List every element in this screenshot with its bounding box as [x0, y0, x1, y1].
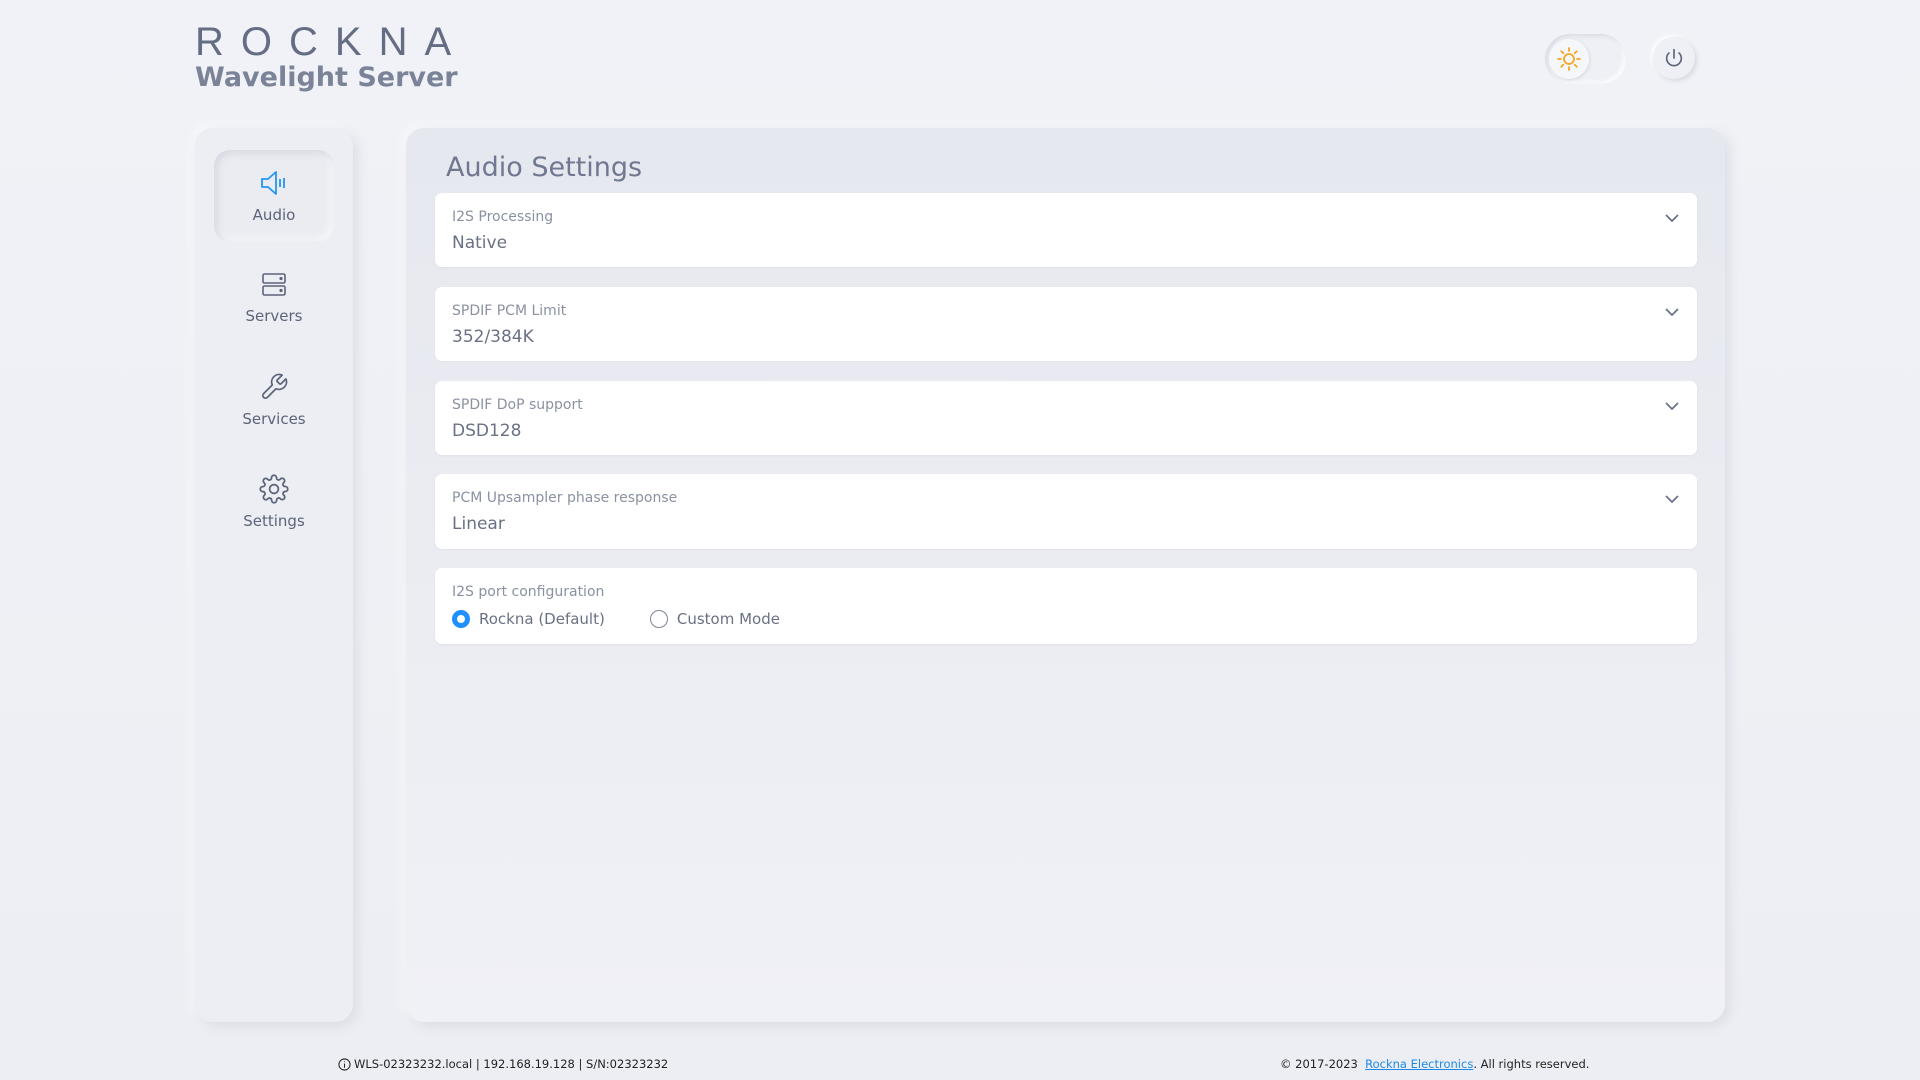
select-label: SPDIF DoP support	[452, 397, 583, 413]
sidebar-item-label: Audio	[252, 206, 296, 224]
device-info: WLS-02323232.local | 192.168.19.128 | S/…	[338, 1057, 668, 1071]
select-value: Linear	[452, 514, 505, 534]
chevron-down-icon	[1665, 402, 1679, 411]
sidebar-item-label: Settings	[243, 512, 305, 530]
select-label: I2S Processing	[452, 209, 554, 225]
select-value: 352/384K	[452, 327, 534, 347]
chevron-down-icon	[1665, 308, 1679, 317]
rockna-logo: ROCKNA	[195, 20, 469, 64]
wrench-icon	[261, 373, 288, 400]
pcm-upsampler-phase-select[interactable]: PCM Upsampler phase response Linear	[435, 474, 1697, 549]
radio-custom-mode[interactable]: Custom Mode	[649, 610, 780, 628]
server-icon	[262, 273, 286, 296]
power-icon	[1665, 48, 1683, 67]
chevron-down-icon	[1665, 214, 1679, 223]
sidebar: Audio Servers Services Settings	[195, 128, 353, 1022]
radio-unselected[interactable]	[649, 610, 668, 628]
theme-toggle[interactable]	[1545, 34, 1626, 84]
spdif-pcm-limit-select[interactable]: SPDIF PCM Limit 352/384K	[435, 287, 1697, 361]
speaker-icon	[261, 171, 285, 195]
power-button[interactable]	[1653, 37, 1695, 79]
sun-icon	[1549, 39, 1589, 79]
gear-icon	[259, 474, 289, 504]
i2s-processing-select[interactable]: I2S Processing Native	[435, 193, 1697, 267]
rockna-electronics-link[interactable]: Rockna Electronics	[1365, 1057, 1473, 1071]
radio-selected[interactable]	[452, 610, 470, 628]
radio-rockna-default[interactable]: Rockna (Default)	[452, 610, 605, 628]
sidebar-item-audio[interactable]: Audio	[214, 150, 334, 242]
radio-group-label: I2S port configuration	[452, 584, 605, 600]
app-subtitle: Wavelight Server	[195, 62, 458, 93]
sidebar-item-label: Servers	[245, 307, 303, 325]
sidebar-item-settings[interactable]: Settings	[214, 456, 334, 548]
spdif-dop-support-select[interactable]: SPDIF DoP support DSD128	[435, 381, 1697, 455]
i2s-port-configuration: I2S port configuration Rockna (Default) …	[435, 568, 1697, 644]
select-label: PCM Upsampler phase response	[452, 490, 678, 506]
info-icon	[338, 1057, 351, 1071]
sidebar-item-services[interactable]: Services	[214, 354, 334, 446]
select-value: Native	[452, 233, 508, 253]
sidebar-item-servers[interactable]: Servers	[214, 252, 334, 344]
page-title: Audio Settings	[446, 152, 643, 183]
select-label: SPDIF PCM Limit	[452, 303, 567, 319]
chevron-down-icon	[1665, 495, 1679, 504]
sidebar-item-label: Services	[242, 410, 306, 428]
copyright: © 2017-2023 Rockna Electronics. All righ…	[1280, 1057, 1590, 1071]
select-value: DSD128	[452, 421, 522, 441]
